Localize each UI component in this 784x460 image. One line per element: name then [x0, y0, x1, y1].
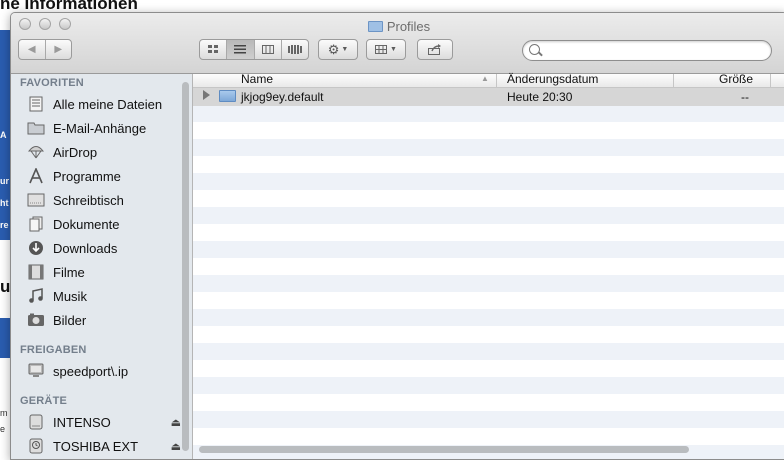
horizontal-scrollbar[interactable] [199, 446, 689, 453]
chevron-right-icon: ▶ [54, 44, 63, 55]
sidebar-item-toshiba-ext[interactable]: TOSHIBA EXT ⏏ [27, 435, 187, 457]
sidebar-item-label: INTENSO [53, 414, 111, 430]
airdrop-icon [27, 144, 45, 160]
column-header-date[interactable]: Änderungsdatum [507, 72, 598, 86]
chevron-down-icon: ▼ [390, 46, 397, 53]
column-divider [496, 74, 497, 87]
pictures-icon [27, 312, 45, 328]
icon-view-button[interactable] [200, 40, 228, 59]
sidebar-item-intenso[interactable]: INTENSO ⏏ [27, 411, 187, 433]
downloads-icon [27, 240, 45, 256]
file-list-rows [193, 88, 784, 459]
table-row[interactable]: jkjog9ey.default Heute 20:30 -- [193, 88, 784, 106]
finder-window: Profiles ◀ ▶ ⚙ ▼ ▼ FAVORITEN Alle meine … [10, 12, 784, 460]
sidebar-item-label: Downloads [53, 240, 118, 256]
background-page-text: e [0, 424, 6, 434]
list-view-button[interactable] [227, 40, 255, 59]
sidebar-item-downloads[interactable]: Downloads [27, 237, 187, 259]
folder-icon [219, 90, 236, 102]
background-page-heading-fragment: u [0, 277, 11, 296]
sidebar-item-label: E-Mail-Anhänge [53, 120, 147, 136]
sidebar-item-music[interactable]: Musik [27, 285, 187, 307]
file-date: Heute 20:30 [507, 90, 573, 104]
all-files-icon [27, 96, 45, 112]
share-button[interactable] [417, 39, 453, 60]
documents-icon [27, 216, 45, 232]
action-menu-button[interactable]: ⚙ ▼ [318, 39, 358, 60]
view-mode-control [199, 39, 309, 60]
background-page-text: re [0, 220, 9, 230]
sidebar-section-devices: GERÄTE [20, 395, 68, 407]
background-page-text: ht [0, 198, 9, 208]
column-divider [770, 74, 771, 87]
file-name: jkjog9ey.default [241, 90, 324, 104]
chevron-left-icon: ◀ [27, 44, 36, 55]
share-icon [428, 44, 441, 55]
drive-icon [27, 414, 45, 430]
folder-icon [367, 21, 383, 32]
search-input[interactable] [522, 40, 772, 61]
sidebar-item-label: Bilder [53, 312, 87, 328]
sidebar-item-airdrop[interactable]: AirDrop [27, 141, 187, 163]
sidebar-item-label: Alle meine Dateien [53, 96, 163, 112]
sidebar-item-label: Schreibtisch [53, 192, 124, 208]
sidebar-item-label: Filme [53, 264, 85, 280]
column-header: Name ▲ Änderungsdatum Größe [193, 72, 784, 88]
applications-icon [27, 168, 45, 184]
column-divider [673, 74, 674, 87]
music-icon [27, 288, 45, 304]
column-header-size[interactable]: Größe [719, 72, 753, 86]
back-button[interactable]: ◀ [19, 40, 46, 59]
window-toolbar: Profiles ◀ ▶ ⚙ ▼ ▼ [11, 13, 784, 74]
forward-button[interactable]: ▶ [46, 40, 72, 59]
timemachine-drive-icon [27, 438, 45, 454]
sidebar-item-email-attachments[interactable]: E-Mail-Anhänge [27, 117, 187, 139]
network-computer-icon [27, 363, 45, 379]
sort-ascending-icon: ▲ [481, 74, 489, 83]
list-view-icon [234, 45, 247, 54]
arrange-grid-icon [375, 45, 388, 54]
back-forward-control: ◀ ▶ [18, 39, 72, 60]
icon-view-icon [207, 45, 218, 53]
column-view-icon [261, 45, 274, 54]
sidebar: FAVORITEN Alle meine Dateien E-Mail-Anhä… [11, 74, 193, 459]
sidebar-item-label: speedport\.ip [53, 363, 129, 379]
background-page-text: m [0, 408, 8, 418]
movies-icon [27, 264, 45, 280]
sidebar-item-speedport[interactable]: speedport\.ip [27, 360, 187, 382]
folder-icon [27, 120, 45, 136]
arrange-menu-button[interactable]: ▼ [366, 39, 406, 60]
sidebar-item-desktop[interactable]: Schreibtisch [27, 189, 187, 211]
column-header-name[interactable]: Name [241, 72, 273, 86]
desktop-icon [27, 192, 45, 208]
file-size: -- [741, 90, 749, 104]
gear-icon: ⚙ [327, 41, 340, 57]
sidebar-section-shared: FREIGABEN [20, 344, 87, 356]
sidebar-item-label: TOSHIBA EXT [53, 438, 139, 454]
background-page-text: A [0, 130, 7, 140]
sidebar-item-all-files[interactable]: Alle meine Dateien [27, 93, 187, 115]
sidebar-item-documents[interactable]: Dokumente [27, 213, 187, 235]
sidebar-item-label: Dokumente [53, 216, 120, 232]
sidebar-scrollbar[interactable] [182, 82, 189, 451]
sidebar-section-favorites: FAVORITEN [20, 77, 84, 89]
sidebar-item-label: Programme [53, 168, 121, 184]
sidebar-item-pictures[interactable]: Bilder [27, 309, 187, 331]
search-icon [529, 44, 540, 55]
coverflow-view-icon [287, 45, 302, 54]
sidebar-item-applications[interactable]: Programme [27, 165, 187, 187]
sidebar-item-label: Musik [53, 288, 87, 304]
file-list: Name ▲ Änderungsdatum Größe jkjog9ey.def… [193, 72, 784, 459]
disclosure-triangle-icon[interactable] [203, 90, 210, 100]
sidebar-item-movies[interactable]: Filme [27, 261, 187, 283]
coverflow-view-button[interactable] [282, 40, 308, 59]
column-view-button[interactable] [255, 40, 282, 59]
eject-icon[interactable]: ⏏ [171, 416, 181, 429]
background-page-text: ur [0, 176, 9, 186]
window-title: Profiles [11, 19, 784, 34]
eject-icon[interactable]: ⏏ [171, 440, 181, 453]
chevron-down-icon: ▼ [341, 46, 349, 53]
sidebar-item-label: AirDrop [53, 144, 98, 160]
